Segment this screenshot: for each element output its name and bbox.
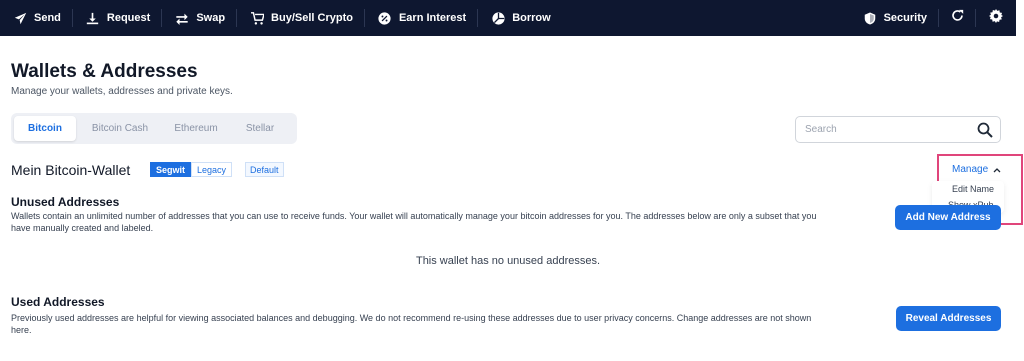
percent-icon bbox=[378, 11, 392, 25]
tab-bitcoin-cash[interactable]: Bitcoin Cash bbox=[76, 116, 164, 141]
tab-bitcoin[interactable]: Bitcoin bbox=[14, 116, 76, 141]
top-nav: Send Request Swap Buy/Sell Crypto Earn I… bbox=[0, 0, 1016, 36]
swap-arrows-icon bbox=[175, 11, 189, 25]
tab-stellar[interactable]: Stellar bbox=[228, 116, 292, 141]
nav-earn-interest-label: Earn Interest bbox=[398, 12, 467, 24]
nav-security[interactable]: Security bbox=[850, 0, 938, 36]
nav-request[interactable]: Request bbox=[73, 0, 161, 36]
nav-send[interactable]: Send bbox=[0, 0, 72, 36]
nav-earn-interest[interactable]: Earn Interest bbox=[365, 0, 477, 36]
nav-right-group: Security bbox=[850, 0, 1016, 36]
tab-ethereum[interactable]: Ethereum bbox=[164, 116, 228, 141]
nav-buy-sell-label: Buy/Sell Crypto bbox=[271, 12, 353, 24]
used-addresses-title: Used Addresses bbox=[11, 295, 105, 309]
add-new-address-button[interactable]: Add New Address bbox=[895, 205, 1001, 230]
menu-item-edit-name[interactable]: Edit Name bbox=[932, 181, 1004, 197]
default-badge: Default bbox=[245, 162, 284, 177]
nav-borrow-label: Borrow bbox=[512, 12, 551, 24]
paper-plane-icon bbox=[13, 11, 27, 25]
page-subtitle: Manage your wallets, addresses and priva… bbox=[11, 86, 233, 97]
legacy-toggle[interactable]: Legacy bbox=[191, 162, 233, 177]
nav-request-label: Request bbox=[106, 12, 151, 24]
empty-state-message: This wallet has no unused addresses. bbox=[415, 255, 601, 267]
chevron-up-icon bbox=[993, 166, 1001, 174]
search-input[interactable] bbox=[805, 124, 965, 135]
gear-icon bbox=[989, 8, 1003, 28]
nav-buy-sell[interactable]: Buy/Sell Crypto bbox=[237, 0, 364, 36]
unused-addresses-description: Wallets contain an unlimited number of a… bbox=[11, 211, 817, 233]
pie-icon bbox=[491, 11, 505, 25]
refresh-button[interactable] bbox=[939, 0, 975, 36]
manage-dropdown-button[interactable]: Manage bbox=[952, 164, 1001, 175]
nav-swap[interactable]: Swap bbox=[162, 0, 236, 36]
search-icon[interactable] bbox=[977, 122, 993, 138]
unused-addresses-title: Unused Addresses bbox=[11, 195, 120, 209]
download-icon bbox=[86, 11, 100, 25]
settings-button[interactable] bbox=[976, 0, 1016, 36]
shield-icon bbox=[863, 11, 877, 25]
search-box bbox=[795, 116, 1001, 143]
manage-label: Manage bbox=[952, 164, 989, 175]
coin-tabs: Bitcoin Bitcoin Cash Ethereum Stellar bbox=[11, 113, 297, 144]
nav-send-label: Send bbox=[34, 12, 61, 24]
reveal-addresses-button[interactable]: Reveal Addresses bbox=[896, 306, 1001, 331]
nav-borrow[interactable]: Borrow bbox=[478, 0, 562, 36]
used-addresses-description: Previously used addresses are helpful fo… bbox=[11, 313, 812, 335]
segwit-toggle[interactable]: Segwit bbox=[150, 162, 192, 177]
nav-security-label: Security bbox=[883, 12, 927, 24]
nav-swap-label: Swap bbox=[196, 12, 226, 24]
cart-icon bbox=[250, 11, 264, 25]
page-title: Wallets & Addresses bbox=[11, 61, 198, 82]
wallet-name: Mein Bitcoin-Wallet bbox=[11, 162, 131, 178]
refresh-icon bbox=[951, 9, 964, 27]
address-type-toggle: Segwit Legacy bbox=[150, 162, 233, 177]
